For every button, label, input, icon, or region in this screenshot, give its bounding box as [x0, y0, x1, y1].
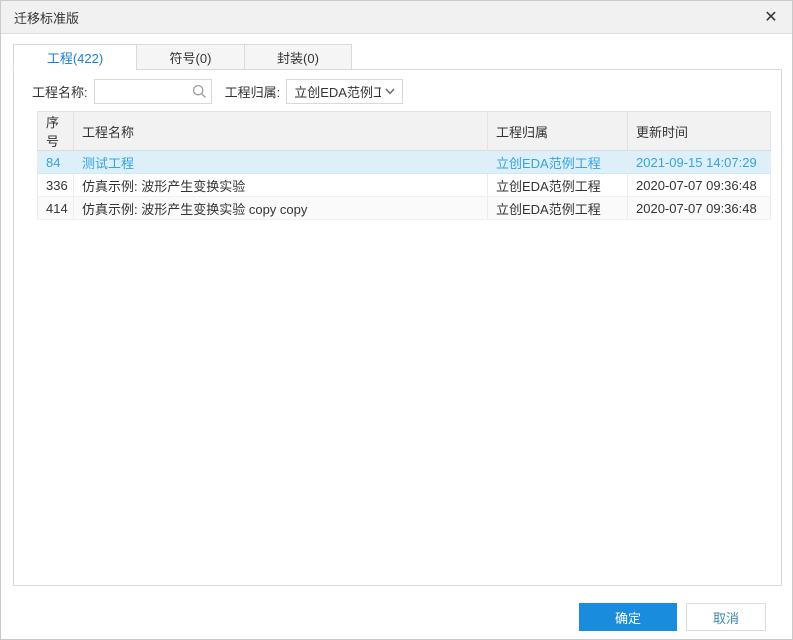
table-row[interactable]: 84测试工程立创EDA范例工程2021-09-15 14:07:29: [38, 151, 771, 174]
cell-name: 仿真示例: 波形产生变换实验 copy copy: [74, 197, 488, 220]
tab-symbols[interactable]: 符号(0): [136, 44, 244, 70]
project-table: 序号 工程名称 工程归属 更新时间 84测试工程立创EDA范例工程2021-09…: [37, 111, 771, 220]
tab-projects[interactable]: 工程(422): [13, 44, 136, 70]
project-name-search: [94, 79, 212, 104]
cell-updated: 2020-07-07 09:36:48: [628, 174, 771, 197]
cell-owner: 立创EDA范例工程: [488, 197, 628, 220]
chevron-down-icon: [385, 88, 395, 95]
dialog-title: 迁移标准版: [14, 8, 79, 27]
cell-name: 测试工程: [74, 151, 488, 174]
tab-bar: 工程(422) 符号(0) 封装(0): [13, 44, 352, 70]
cell-id: 336: [38, 174, 74, 197]
owner-select-value: 立创EDA范例工...: [294, 82, 381, 101]
cell-id: 84: [38, 151, 74, 174]
project-owner-label: 工程归属:: [225, 82, 281, 101]
table-row[interactable]: 414仿真示例: 波形产生变换实验 copy copy立创EDA范例工程2020…: [38, 197, 771, 220]
confirm-button[interactable]: 确定: [579, 603, 677, 631]
project-table-header: 序号 工程名称 工程归属 更新时间: [38, 112, 771, 151]
tab-footprints[interactable]: 封装(0): [244, 44, 352, 70]
col-header-name: 工程名称: [74, 112, 488, 151]
project-name-label: 工程名称:: [32, 82, 88, 101]
content-panel: 工程名称: 工程归属: 立创EDA范例工...: [13, 69, 782, 586]
col-header-updated: 更新时间: [628, 112, 771, 151]
col-header-id: 序号: [38, 112, 74, 151]
cell-updated: 2021-09-15 14:07:29: [628, 151, 771, 174]
cancel-button[interactable]: 取消: [686, 603, 766, 631]
cell-updated: 2020-07-07 09:36:48: [628, 197, 771, 220]
cell-owner: 立创EDA范例工程: [488, 151, 628, 174]
cell-name: 仿真示例: 波形产生变换实验: [74, 174, 488, 197]
cell-owner: 立创EDA范例工程: [488, 174, 628, 197]
table-row[interactable]: 336仿真示例: 波形产生变换实验立创EDA范例工程2020-07-07 09:…: [38, 174, 771, 197]
cell-id: 414: [38, 197, 74, 220]
filter-row: 工程名称: 工程归属: 立创EDA范例工...: [32, 79, 403, 104]
close-icon[interactable]: ✕: [760, 7, 782, 29]
search-icon: [192, 84, 207, 99]
migrate-dialog: 迁移标准版 ✕ 工程(422) 符号(0) 封装(0) 工程名称: 工程归属: …: [0, 0, 793, 640]
owner-select[interactable]: 立创EDA范例工...: [286, 79, 403, 104]
dialog-titlebar: 迁移标准版: [1, 1, 792, 34]
col-header-owner: 工程归属: [488, 112, 628, 151]
project-table-body: 84测试工程立创EDA范例工程2021-09-15 14:07:29336仿真示…: [38, 151, 771, 220]
